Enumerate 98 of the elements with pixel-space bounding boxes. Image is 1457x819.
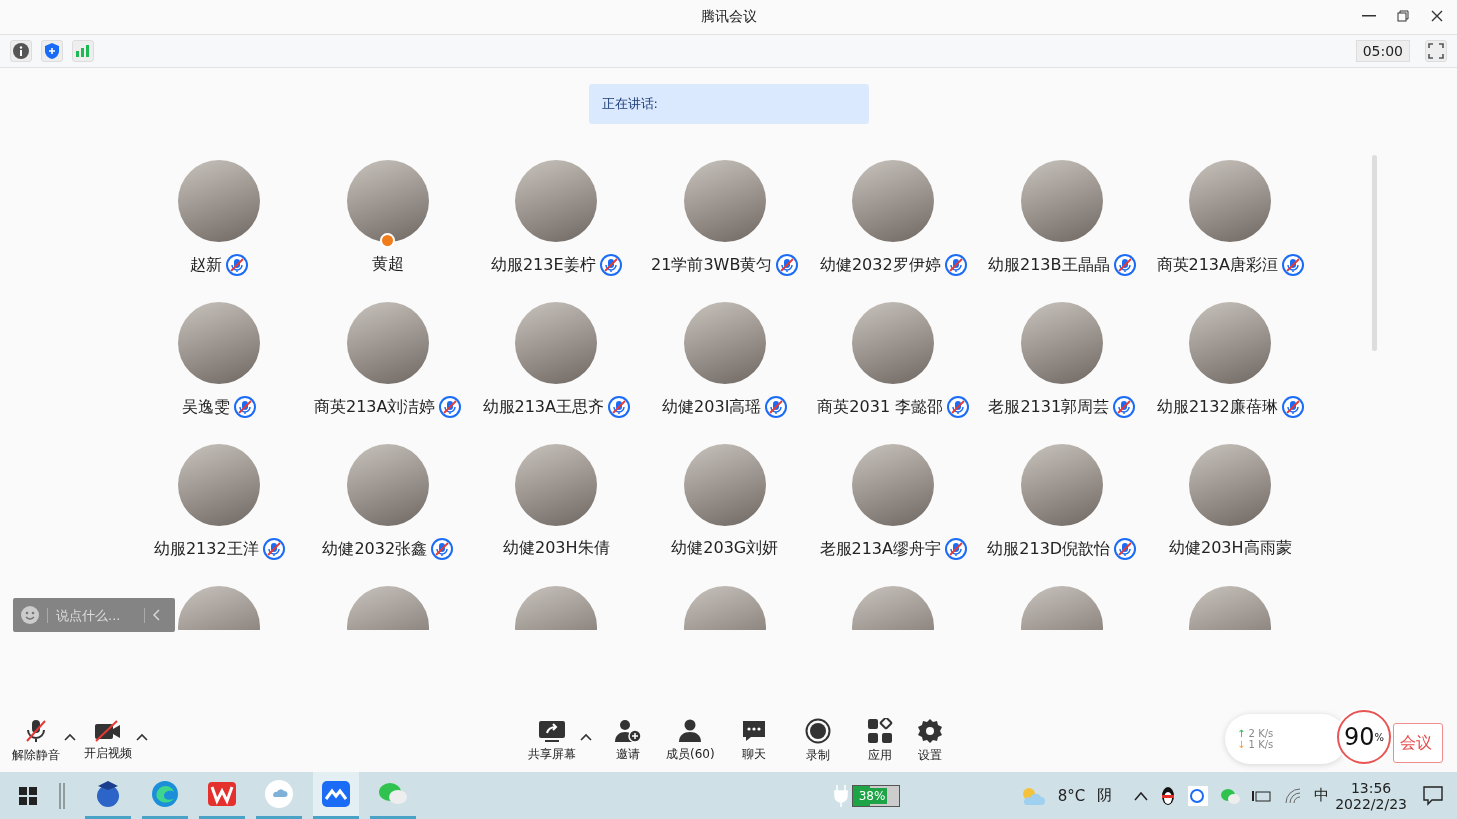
mic-control[interactable]: 解除静音 xyxy=(12,718,60,764)
windows-logo-icon xyxy=(19,786,37,805)
battery-indicator: 38% xyxy=(851,784,900,807)
muted-mic-icon xyxy=(947,396,970,418)
window-title: 腾讯会议 xyxy=(700,8,757,26)
info-button[interactable] xyxy=(10,40,32,62)
participant-name: 21学前3WB黄匀 xyxy=(651,254,773,276)
chat-bubbles-icon xyxy=(378,781,408,807)
info-icon xyxy=(13,43,29,59)
record-control[interactable]: 录制 xyxy=(804,718,831,764)
chat-bar[interactable]: 说点什么... xyxy=(13,598,175,632)
temperature: 8°C xyxy=(1057,786,1086,805)
caret-icon xyxy=(64,733,76,741)
participant-name: 黄超 xyxy=(371,254,404,275)
share-screen-icon xyxy=(538,719,566,743)
chevron-up-icon[interactable] xyxy=(1134,790,1149,801)
participant-name: 幼健2032张鑫 xyxy=(322,538,428,560)
muted-mic-icon xyxy=(439,396,462,418)
participant-name: 赵新 xyxy=(190,254,223,276)
browser-icon xyxy=(151,780,179,808)
fullscreen-button[interactable] xyxy=(1425,40,1447,62)
muted-mic-icon xyxy=(234,396,257,418)
muted-mic-icon xyxy=(1113,396,1136,418)
participant-name: 吴逸雯 xyxy=(182,396,231,418)
muted-mic-icon xyxy=(765,396,788,418)
caret-icon xyxy=(580,733,592,741)
invite-control[interactable]: 邀请 xyxy=(614,719,642,763)
battery-plug-icon xyxy=(1252,788,1273,803)
w-logo-icon xyxy=(208,782,236,806)
settings-icon xyxy=(916,718,943,744)
notification-icon[interactable] xyxy=(1423,785,1443,806)
muted-mic-icon xyxy=(1282,254,1304,276)
meeting-logo-icon xyxy=(322,781,350,807)
participant-name: 老服213A缪舟宇 xyxy=(819,538,941,560)
meeting-timer: 05:00 xyxy=(1355,40,1410,62)
taskbar-divider-icon xyxy=(59,782,65,809)
apps-control[interactable]: 应用 xyxy=(866,718,893,764)
participant-name: 商英2031 李懿邵 xyxy=(817,396,944,418)
participant-name: 幼健2032罗伊婷 xyxy=(819,254,941,276)
minimize-icon xyxy=(1362,15,1376,17)
signal-bars-icon xyxy=(76,45,90,57)
muted-mic-icon xyxy=(1113,254,1136,276)
muted-mic-icon xyxy=(226,254,249,276)
shield-button[interactable] xyxy=(41,40,63,62)
participant-name: 商英213A刘洁婷 xyxy=(314,396,436,418)
muted-mic-icon xyxy=(608,396,630,418)
close-icon xyxy=(1431,10,1443,22)
participant-name: 幼服213E姜柠 xyxy=(490,254,596,276)
apps-grid-icon xyxy=(866,718,893,744)
chat-control[interactable]: 聊天 xyxy=(740,719,767,763)
cloud-icon xyxy=(265,780,293,808)
restore-icon xyxy=(1397,10,1409,22)
person-icon xyxy=(677,719,704,743)
muted-mic-icon xyxy=(945,538,967,560)
muted-mic-icon xyxy=(944,254,967,276)
participant-name: 幼健203H朱倩 xyxy=(502,538,610,559)
participant-name: 幼健203H高雨蒙 xyxy=(1168,538,1292,559)
share-control[interactable]: 共享屏幕 xyxy=(528,719,576,763)
add-person-icon xyxy=(614,719,642,743)
participant-name: 幼服2132廉蓓琳 xyxy=(1156,396,1278,418)
host-badge-icon xyxy=(379,233,395,248)
chevron-left-icon[interactable] xyxy=(153,609,161,621)
muted-mic-icon xyxy=(1114,538,1137,560)
settings-control[interactable]: 设置 xyxy=(916,718,943,764)
input-method[interactable]: 中 xyxy=(1314,786,1330,805)
clock[interactable]: 13:56 2022/2/23 xyxy=(1335,779,1407,812)
members-control[interactable]: 成员(60) xyxy=(666,719,715,763)
caret-icon xyxy=(136,733,148,741)
video-control[interactable]: 开启视频 xyxy=(84,720,132,762)
record-icon xyxy=(804,718,831,744)
emoji-icon xyxy=(21,606,39,624)
muted-mic-icon xyxy=(431,538,454,560)
participant-name: 幼服213A王思齐 xyxy=(482,396,604,418)
participant-name: 幼健203I高瑶 xyxy=(662,396,762,418)
participant-name: 幼服213D倪歆怡 xyxy=(987,538,1111,560)
muted-mic-icon xyxy=(1281,396,1304,418)
participant-name: 幼服2132王洋 xyxy=(153,538,259,560)
muted-mic-icon xyxy=(599,254,622,276)
muted-mic-icon xyxy=(24,718,48,744)
participant-name: 幼服213B王晶晶 xyxy=(988,254,1110,276)
scrollbar[interactable] xyxy=(1372,155,1377,351)
usage-ring: 90% xyxy=(1335,708,1393,766)
muted-mic-icon xyxy=(776,254,799,276)
participant-name: 商英213A唐彩洹 xyxy=(1156,254,1278,276)
chat-bubble-icon xyxy=(740,719,767,743)
meeting-app[interactable] xyxy=(313,772,359,819)
video-off-icon xyxy=(93,720,123,742)
shield-icon xyxy=(45,43,59,59)
wifi-icon[interactable] xyxy=(1284,787,1303,804)
weather-condition: 阴 xyxy=(1097,786,1113,805)
fullscreen-icon xyxy=(1428,43,1444,59)
muted-mic-icon xyxy=(262,538,285,560)
power-plug-icon xyxy=(833,784,848,807)
leave-meeting-button[interactable]: 会议 xyxy=(1393,723,1443,763)
participant-name: 幼健203G刘妍 xyxy=(671,538,779,559)
chat-input[interactable]: 说点什么... xyxy=(47,607,145,623)
participant-name: 老服2131郭周芸 xyxy=(988,396,1110,418)
speaking-banner: 正在讲话: xyxy=(588,84,869,124)
